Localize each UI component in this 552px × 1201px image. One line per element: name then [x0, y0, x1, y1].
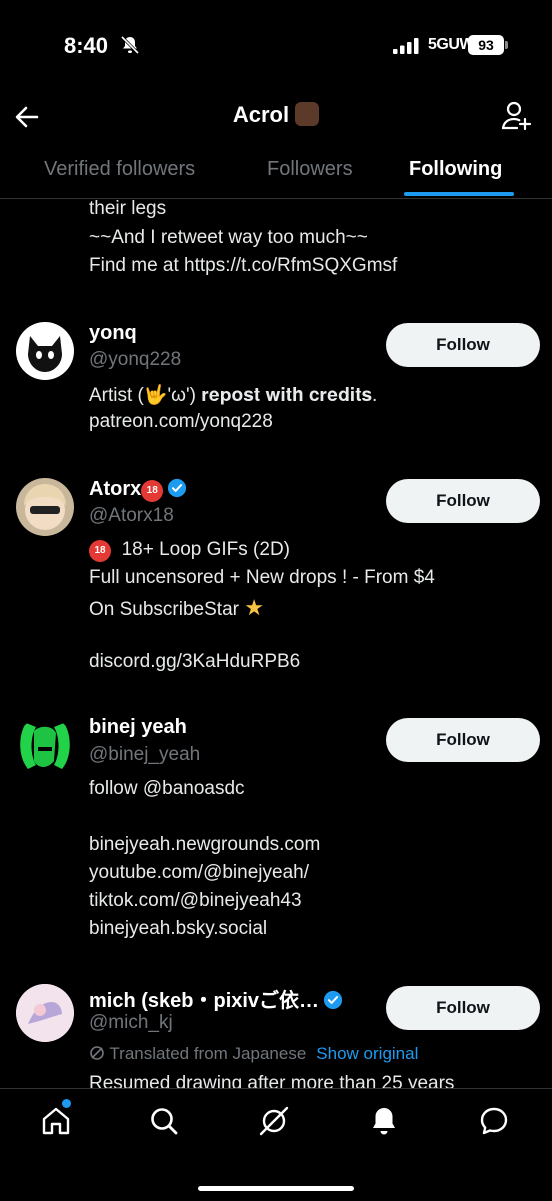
follow-button[interactable]: Follow	[386, 986, 540, 1030]
avatar[interactable]	[16, 478, 74, 536]
bio-line: their legs	[89, 198, 167, 219]
tab-active-indicator	[404, 192, 514, 196]
bio-link[interactable]: discord.gg/3KaHduRPB6	[89, 651, 300, 673]
tab-followers[interactable]: Followers	[267, 158, 353, 181]
cat-avatar-icon	[28, 336, 62, 372]
bio-line[interactable]: patreon.com/yonq228	[89, 411, 273, 433]
follow-button[interactable]: Follow	[386, 479, 540, 523]
anime-avatar-icon	[24, 484, 66, 530]
signal-icon	[393, 38, 419, 54]
messages-icon[interactable]	[478, 1105, 510, 1137]
bio-line: follow @banoasdc	[89, 778, 245, 799]
star-icon: ★	[244, 595, 264, 620]
bio-line: Find me at https://t.co/RfmSQXGmsf	[89, 255, 398, 276]
verified-badge-icon	[323, 990, 343, 1010]
tab-bar: Verified followers Followers Following	[0, 146, 552, 199]
avatar[interactable]	[16, 984, 74, 1042]
tab-verified-followers[interactable]: Verified followers	[44, 158, 195, 181]
bio-link[interactable]: binejyeah.bsky.social	[89, 918, 267, 940]
bio-line-text: On SubscribeStar	[89, 599, 239, 620]
battery-indicator: 93	[468, 35, 504, 55]
home-icon[interactable]	[40, 1105, 72, 1137]
user-name[interactable]: yonq	[89, 322, 137, 345]
following-list[interactable]: their legs ~~And I retweet way too much~…	[0, 198, 552, 1088]
verified-badge-icon	[168, 478, 187, 498]
follow-button[interactable]: Follow	[386, 718, 540, 762]
search-icon[interactable]	[148, 1105, 180, 1137]
user-name-row[interactable]: mich (skeb・pixivご依…	[89, 984, 343, 1013]
grok-icon[interactable]	[258, 1105, 290, 1137]
tab-following[interactable]: Following	[409, 158, 502, 181]
status-time: 8:40	[64, 33, 109, 58]
person-emoji-icon	[295, 102, 320, 126]
page-title-text: Acrol	[232, 102, 290, 127]
user-name[interactable]: mich (skeb・pixivご依…	[89, 990, 319, 1012]
show-original-link[interactable]: Show original	[316, 1044, 418, 1063]
user-handle[interactable]: @yonq228	[89, 349, 181, 371]
add-user-icon[interactable]	[500, 100, 532, 132]
avatar[interactable]	[16, 322, 74, 380]
user-handle[interactable]: @Atorx18	[89, 505, 174, 527]
user-name[interactable]: Atorx	[89, 478, 141, 500]
user-name[interactable]: binej yeah	[89, 716, 187, 739]
bottom-nav	[0, 1088, 552, 1201]
user-handle[interactable]: @binej_yeah	[89, 744, 200, 766]
translated-label: Translated from Japanese	[109, 1044, 307, 1063]
battery-tip	[505, 41, 508, 49]
bio-line: ~~And I retweet way too much~~	[89, 227, 368, 248]
green-face-avatar-icon	[20, 723, 70, 769]
home-indicator[interactable]	[198, 1186, 354, 1191]
illustration-avatar-icon	[16, 984, 74, 1042]
bio-line: Resumed drawing after more than 25 years	[89, 1073, 455, 1088]
age-18-badge: 18	[141, 480, 164, 502]
status-bar: 8:40 5GUW 93	[0, 0, 552, 90]
bio-line: 18 18+ Loop GIFs (2D)	[89, 539, 290, 562]
age-18-badge: 18	[89, 540, 111, 562]
translation-row: Translated from Japanese Show original	[89, 1044, 418, 1064]
page-title: Acrol	[0, 102, 552, 128]
bio-link[interactable]: binejyeah.newgrounds.com	[89, 834, 320, 856]
notifications-icon[interactable]	[368, 1105, 400, 1137]
translate-icon	[90, 1046, 104, 1060]
user-name-row[interactable]: Atorx 18	[89, 478, 187, 502]
bio-line: Artist (🤟'ω') 𝐫𝐞𝐩𝐨𝐬𝐭 𝐰𝐢𝐭𝐡 𝐜𝐫𝐞𝐝𝐢𝐭𝐬.	[89, 385, 378, 406]
bio-line: Full uncensored + New drops ! - From $4	[89, 567, 435, 588]
avatar[interactable]	[16, 717, 74, 775]
user-handle[interactable]: @mich_kj	[89, 1012, 173, 1034]
notification-dot	[62, 1099, 71, 1108]
bio-line: On SubscribeStar ★	[89, 595, 264, 621]
bio-link[interactable]: tiktok.com/@binejyeah43	[89, 890, 302, 912]
follow-button[interactable]: Follow	[386, 323, 540, 367]
bio-line-text: 18+ Loop GIFs (2D)	[121, 539, 291, 560]
bio-link[interactable]: youtube.com/@binejyeah/	[89, 862, 309, 884]
bell-off-icon	[120, 35, 140, 55]
